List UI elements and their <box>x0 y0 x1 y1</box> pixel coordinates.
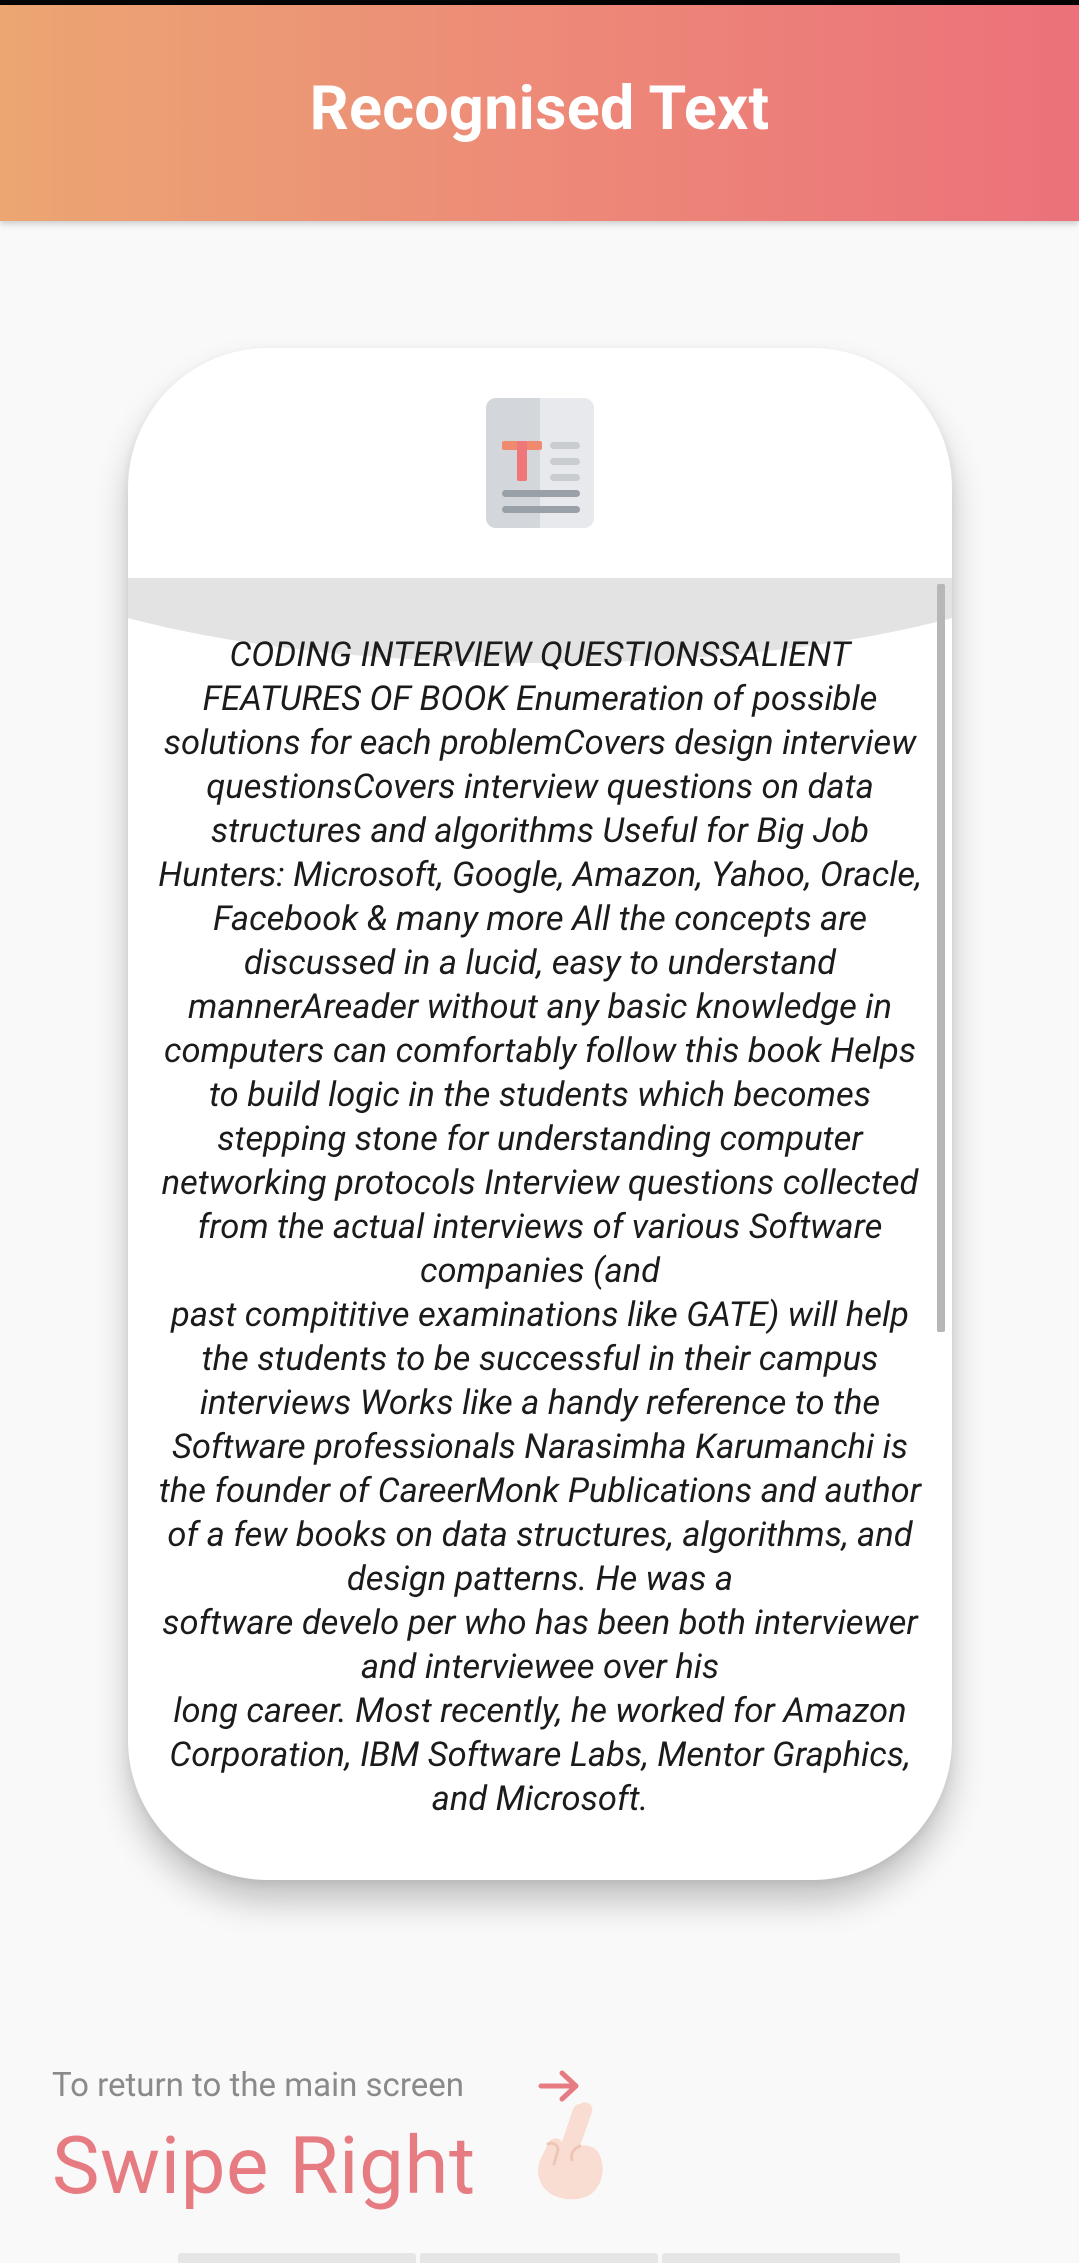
app-header: Recognised Text <box>0 5 1079 221</box>
recognised-text-card: CODING INTERVIEW QUESTIONSSALIENT FEATUR… <box>128 348 952 1880</box>
return-hint-label: To return to the main screen <box>52 2066 464 2105</box>
recognised-text-body: CODING INTERVIEW QUESTIONSSALIENT FEATUR… <box>158 635 922 1819</box>
swipe-hand-icon <box>538 2102 603 2200</box>
nav-segment <box>420 2253 658 2263</box>
nav-segment <box>178 2253 416 2263</box>
page-title: Recognised Text <box>309 72 770 144</box>
text-document-icon <box>486 398 594 528</box>
recognised-text-scroll[interactable]: CODING INTERVIEW QUESTIONSSALIENT FEATUR… <box>128 633 952 1880</box>
nav-segment <box>662 2253 900 2263</box>
recognised-text-screen: Recognised Text CODING INTERVIEW QUESTIO… <box>0 0 1079 2263</box>
swipe-right-label[interactable]: Swipe Right <box>52 2118 476 2214</box>
navigation-bar <box>178 2253 900 2263</box>
scrollbar-thumb[interactable] <box>937 584 945 1332</box>
